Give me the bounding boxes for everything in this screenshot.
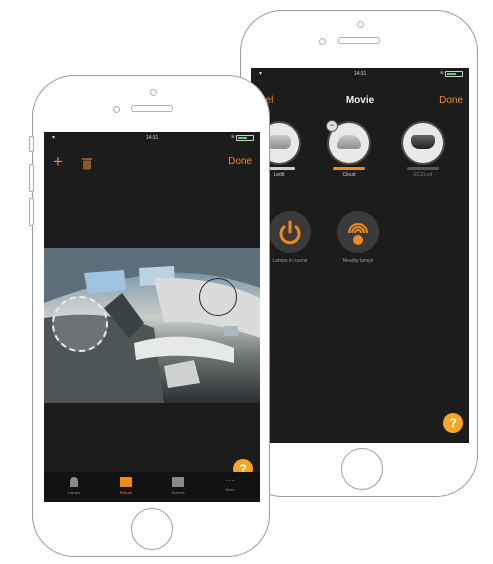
tab-lamps[interactable]: Lamps — [54, 472, 94, 495]
status-time: 14:31 — [353, 71, 367, 77]
add-button[interactable]: + — [53, 152, 63, 172]
proximity-sensor — [319, 38, 326, 45]
mute-switch[interactable] — [29, 136, 34, 152]
front-camera — [357, 21, 364, 28]
tab-bar: Lamps Picture Scenes ··· More — [44, 472, 260, 502]
room-photo[interactable] — [44, 248, 260, 403]
scene-label: ECZLed — [413, 172, 433, 178]
tab-picture[interactable]: Picture — [106, 472, 146, 495]
brightness-bar — [333, 167, 365, 170]
lamp-thumbnail: − — [326, 120, 369, 163]
more-icon: ··· — [225, 475, 235, 485]
lamps-in-scene-button[interactable] — [269, 211, 311, 253]
bluetooth-icon: ※ — [439, 70, 444, 76]
front-camera — [150, 89, 157, 96]
status-bar: ▾ 14:31 ※ — [251, 68, 469, 80]
done-button[interactable]: Done — [439, 95, 463, 106]
tab-label: Scenes — [171, 490, 185, 495]
remove-icon[interactable]: − — [326, 120, 338, 132]
scene-item-eczled[interactable]: ECZLed — [401, 123, 445, 178]
back-phone: ▾ 14:31 ※ ncel Movie Done Ledit − Cloud — [240, 10, 478, 497]
home-button[interactable] — [341, 448, 383, 490]
proximity-sensor — [113, 106, 120, 113]
nearby-lamps-label: Nearby lamps — [342, 258, 374, 264]
tab-label: Lamps — [67, 490, 80, 495]
lamp-icon — [267, 135, 291, 149]
brightness-bar — [407, 167, 439, 170]
trash-icon[interactable] — [82, 157, 92, 175]
bluetooth-icon: ※ — [230, 134, 235, 140]
movie-screen: ▾ 14:31 ※ ncel Movie Done Ledit − Cloud — [251, 68, 469, 443]
help-button[interactable]: ? — [443, 413, 463, 433]
battery-icon — [445, 71, 463, 77]
lamp-tab-icon — [70, 477, 78, 487]
status-time: 14:31 — [145, 135, 159, 141]
battery-icon — [236, 135, 254, 141]
volume-up-button[interactable] — [29, 164, 34, 192]
lamp-marker-selected[interactable] — [52, 296, 108, 352]
tab-more[interactable]: ··· More — [210, 472, 250, 493]
front-phone: ▾ 14:31 ※ + Done ? Lamps Picture Scenes … — [29, 75, 270, 557]
earpiece-speaker — [338, 37, 380, 44]
earpiece-speaker — [131, 105, 173, 112]
lamp-icon — [337, 135, 361, 149]
volume-down-button[interactable] — [29, 198, 34, 226]
picture-screen: ▾ 14:31 ※ + Done ? Lamps Picture Scenes … — [44, 132, 260, 502]
nearby-lamps-button[interactable] — [337, 211, 379, 253]
lamp-icon — [411, 135, 435, 149]
page-title: Movie — [345, 95, 375, 106]
scene-label: Cloud — [342, 172, 356, 178]
tab-scenes[interactable]: Scenes — [158, 472, 198, 495]
nearby-icon — [348, 223, 368, 245]
picture-tab-icon — [120, 477, 132, 487]
lamp-marker[interactable] — [199, 278, 237, 316]
done-button[interactable]: Done — [228, 156, 252, 167]
lamp-thumbnail — [403, 123, 443, 163]
status-bar: ▾ 14:31 ※ — [44, 132, 260, 144]
scene-item-cloud[interactable]: − Cloud — [326, 120, 371, 178]
scenes-tab-icon — [172, 477, 184, 487]
power-icon — [279, 220, 301, 245]
tab-label: More — [225, 487, 235, 492]
tab-label: Picture — [119, 490, 133, 495]
home-button[interactable] — [131, 508, 173, 550]
